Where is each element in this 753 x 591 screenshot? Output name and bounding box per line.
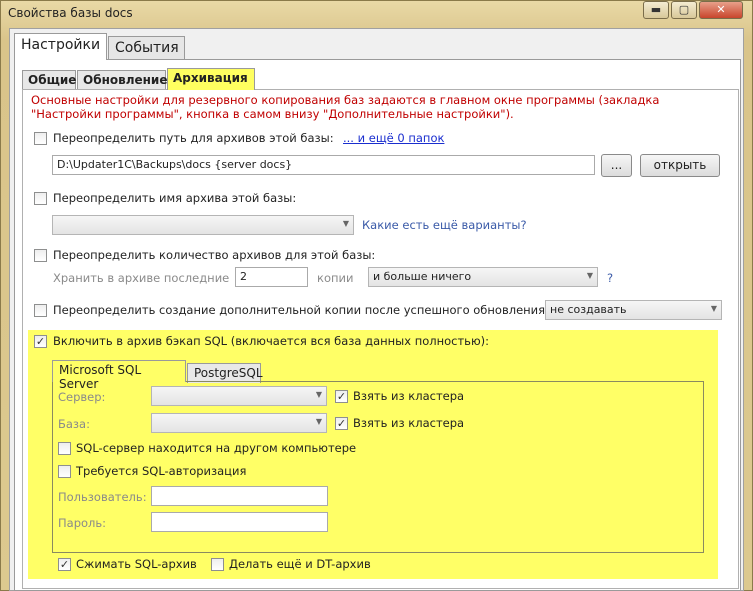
base-cluster-label: Взять из кластера <box>353 416 465 430</box>
chevron-down-icon: ▼ <box>315 390 322 399</box>
override-name-label: Переопределить имя архива этой базы: <box>53 191 297 205</box>
server-cluster-label: Взять из кластера <box>353 389 465 403</box>
subtab-update[interactable]: Обновление <box>77 70 167 90</box>
copies-label: копии <box>317 271 354 285</box>
subtab-archive[interactable]: Архивация <box>167 68 255 90</box>
window-title: Свойства базы docs <box>8 6 133 20</box>
sql-backup-checkbox[interactable] <box>34 335 47 348</box>
tab-mssql[interactable]: Microsoft SQL Server <box>52 360 186 391</box>
chevron-down-icon: ▼ <box>586 271 593 280</box>
chevron-down-icon: ▼ <box>342 219 349 228</box>
info-text: Основные настройки для резервного копиро… <box>31 93 660 121</box>
browse-button[interactable]: ... <box>601 154 632 177</box>
server-label: Сервер: <box>58 390 106 404</box>
dt-archive-checkbox[interactable] <box>211 558 224 571</box>
override-path-checkbox[interactable] <box>34 132 47 145</box>
chevron-down-icon: ▼ <box>315 417 322 426</box>
dt-archive-label: Делать ещё и DT-архив <box>229 557 371 571</box>
other-computer-label: SQL-сервер находится на другом компьютер… <box>76 441 357 455</box>
user-label: Пользователь: <box>58 490 147 504</box>
base-cluster-checkbox[interactable] <box>335 417 348 430</box>
override-count-label: Переопределить количество архивов для эт… <box>53 248 376 262</box>
base-label: База: <box>58 417 90 431</box>
password-field[interactable] <box>151 512 328 532</box>
archive-name-combo[interactable]: ▼ <box>52 215 354 235</box>
copies-combo[interactable]: и больше ничего ▼ <box>368 267 598 287</box>
help-icon[interactable]: ? <box>607 271 613 285</box>
compress-checkbox[interactable] <box>58 558 71 571</box>
maximize-button[interactable]: ▢ <box>671 1 697 19</box>
override-extra-label: Переопределить создание дополнительной к… <box>53 303 549 317</box>
override-path-label: Переопределить путь для архивов этой баз… <box>53 131 334 145</box>
user-field[interactable] <box>151 486 328 506</box>
keep-last-label: Хранить в архиве последние <box>53 271 230 285</box>
sql-backup-label: Включить в архив бэкап SQL (включается в… <box>53 334 490 348</box>
more-folders-link[interactable]: ... и ещё 0 папок <box>343 131 444 145</box>
override-count-checkbox[interactable] <box>34 249 47 262</box>
override-name-checkbox[interactable] <box>34 192 47 205</box>
open-button[interactable]: открыть <box>640 154 720 177</box>
tab-events[interactable]: События <box>108 36 185 60</box>
server-combo[interactable]: ▼ <box>151 386 327 406</box>
tab-postgresql[interactable]: PostgreSQL <box>187 363 263 383</box>
minimize-button[interactable]: ▬ <box>643 1 669 19</box>
extra-copy-combo[interactable]: не создавать ▼ <box>545 300 722 320</box>
base-combo[interactable]: ▼ <box>151 413 327 433</box>
archive-path-field[interactable]: D:\Updater1C\Backups\docs {server docs} <box>52 155 595 175</box>
password-label: Пароль: <box>58 516 107 530</box>
server-cluster-checkbox[interactable] <box>335 390 348 403</box>
keep-count-field[interactable]: 2 <box>235 267 308 287</box>
override-extra-checkbox[interactable] <box>34 304 47 317</box>
sql-auth-checkbox[interactable] <box>58 465 71 478</box>
tab-settings[interactable]: Настройки <box>14 33 107 60</box>
compress-label: Сжимать SQL-архив <box>76 557 197 571</box>
subtab-general[interactable]: Общие <box>22 70 76 90</box>
sql-auth-label: Требуется SQL-авторизация <box>76 464 247 478</box>
chevron-down-icon: ▼ <box>710 304 717 313</box>
close-button[interactable]: ✕ <box>699 1 743 19</box>
variants-hint[interactable]: Какие есть ещё варианты? <box>362 218 527 232</box>
other-computer-checkbox[interactable] <box>58 442 71 455</box>
